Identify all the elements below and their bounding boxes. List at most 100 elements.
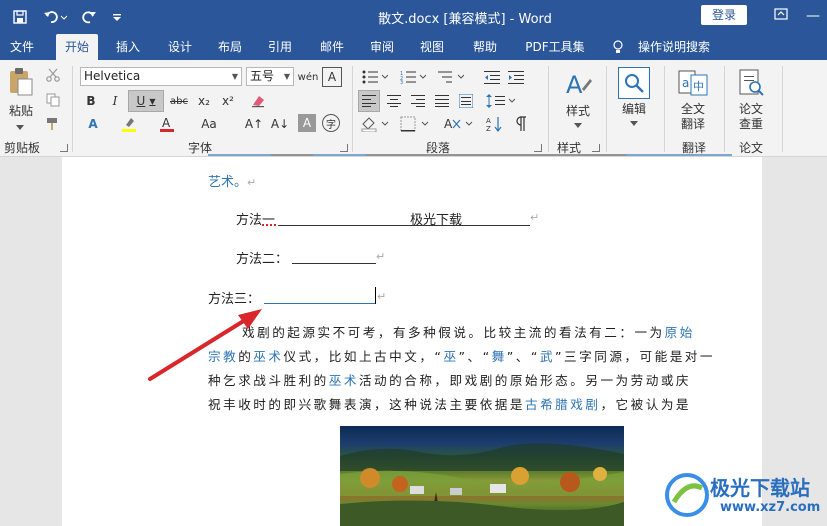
- font-color-icon[interactable]: A: [156, 114, 178, 134]
- bold-button[interactable]: B: [82, 91, 100, 111]
- svg-text:a: a: [682, 76, 689, 90]
- paper-check-icon[interactable]: [734, 68, 768, 98]
- font-name-combo[interactable]: Helvetica ▼: [80, 67, 242, 86]
- svg-text:A: A: [566, 71, 583, 99]
- svg-text:A: A: [162, 116, 171, 130]
- tab-insert[interactable]: 插入: [108, 34, 148, 60]
- font-name-value: Helvetica: [84, 69, 141, 83]
- align-left-icon[interactable]: [358, 90, 380, 112]
- watermark-text: 极光下载站: [710, 476, 810, 500]
- paste-icon[interactable]: [6, 66, 36, 98]
- show-formatting-icon[interactable]: [510, 114, 530, 134]
- svg-text:Z: Z: [486, 125, 491, 132]
- bullets-icon[interactable]: [360, 68, 390, 86]
- paste-button[interactable]: 粘贴: [6, 104, 36, 118]
- paste-dropdown-icon[interactable]: [10, 122, 30, 134]
- translate-icon[interactable]: a中: [676, 68, 710, 98]
- superscript-button[interactable]: x²: [218, 91, 238, 111]
- tab-references[interactable]: 引用: [260, 34, 300, 60]
- svg-text:3: 3: [400, 80, 403, 84]
- sort-icon[interactable]: AZ: [484, 114, 504, 134]
- enclose-characters-button[interactable]: 字: [322, 114, 340, 132]
- multilevel-list-icon[interactable]: [436, 68, 466, 86]
- chevron-down-icon[interactable]: ▼: [232, 68, 238, 85]
- tab-layout[interactable]: 布局: [210, 34, 250, 60]
- save-icon[interactable]: [8, 7, 32, 27]
- minimize-icon[interactable]: —: [802, 7, 824, 25]
- ribbon-display-icon[interactable]: [770, 7, 792, 25]
- character-shading-button[interactable]: A: [298, 114, 316, 132]
- cut-icon[interactable]: [44, 66, 62, 84]
- highlight-color-icon[interactable]: [118, 114, 140, 134]
- full-translate-label-1[interactable]: 全文: [671, 102, 715, 116]
- watermark-url: www.xz7.com: [720, 500, 821, 515]
- customize-icon[interactable]: [108, 7, 126, 27]
- align-right-icon[interactable]: [408, 90, 428, 112]
- increase-indent-icon[interactable]: [506, 68, 526, 86]
- svg-text:中: 中: [693, 80, 704, 93]
- font-size-combo[interactable]: 五号 ▼: [246, 67, 294, 86]
- italic-button[interactable]: I: [106, 91, 124, 111]
- format-painter-icon[interactable]: [44, 115, 62, 133]
- chevron-down-icon[interactable]: [624, 118, 644, 130]
- svg-text:A: A: [486, 117, 491, 125]
- chevron-down-icon[interactable]: [568, 120, 588, 132]
- text-effects-button[interactable]: A: [82, 114, 104, 134]
- styles-icon[interactable]: A: [560, 68, 596, 102]
- change-case-button[interactable]: Aa: [196, 114, 222, 134]
- strikethrough-button[interactable]: abc: [168, 91, 190, 111]
- lightbulb-icon: [608, 34, 628, 60]
- window-title: 散文.docx [兼容模式] - Word: [378, 12, 552, 27]
- separator: [724, 66, 725, 152]
- copy-icon[interactable]: [44, 91, 62, 109]
- tab-design[interactable]: 设计: [160, 34, 200, 60]
- tab-view[interactable]: 视图: [412, 34, 452, 60]
- distributed-icon[interactable]: [456, 90, 476, 112]
- separator: [72, 66, 73, 152]
- separator: [606, 66, 607, 152]
- tab-file[interactable]: 文件: [4, 34, 40, 60]
- tab-review[interactable]: 审阅: [362, 34, 402, 60]
- borders-icon[interactable]: [398, 114, 432, 134]
- clear-formatting-icon[interactable]: [248, 91, 268, 111]
- tab-help[interactable]: 帮助: [464, 34, 506, 60]
- site-logo-icon: [665, 473, 709, 517]
- paper-check-label-1[interactable]: 论文: [729, 102, 773, 116]
- phonetic-guide-icon[interactable]: wén: [298, 67, 319, 87]
- redo-icon[interactable]: [78, 7, 100, 27]
- paper-group-label: 论文: [738, 141, 763, 155]
- numbering-icon[interactable]: 123: [398, 68, 428, 86]
- tell-me-search[interactable]: 操作说明搜索: [632, 34, 716, 60]
- chevron-down-icon[interactable]: ▼: [149, 97, 155, 106]
- font-size-value: 五号: [250, 69, 275, 83]
- grow-font-button[interactable]: A↑: [244, 114, 264, 134]
- shading-icon[interactable]: [358, 114, 392, 134]
- editing-button[interactable]: 编辑: [614, 102, 654, 116]
- separator: [352, 66, 353, 152]
- decrease-indent-icon[interactable]: [482, 68, 502, 86]
- chevron-down-icon[interactable]: ▼: [284, 68, 290, 85]
- find-icon[interactable]: [618, 67, 650, 99]
- login-button[interactable]: 登录: [701, 5, 747, 25]
- subscript-button[interactable]: x₂: [194, 91, 214, 111]
- tab-mailings[interactable]: 邮件: [312, 34, 352, 60]
- character-border-icon[interactable]: A: [322, 67, 342, 87]
- undo-icon[interactable]: [40, 7, 70, 27]
- clipboard-group-label: 剪贴板: [3, 141, 40, 155]
- tab-pdf-tools[interactable]: PDF工具集: [518, 34, 592, 60]
- align-center-icon[interactable]: [384, 90, 404, 112]
- separator: [664, 66, 665, 152]
- ribbon-home: 粘贴 剪贴板 Helvetica ▼ 五号 ▼ wén A B I U ▼ abc…: [0, 60, 827, 157]
- paper-check-label-2[interactable]: 查重: [729, 117, 773, 131]
- clipboard-launcher[interactable]: [60, 144, 68, 152]
- shrink-font-button[interactable]: A↓: [270, 114, 290, 134]
- full-translate-label-2[interactable]: 翻译: [671, 117, 715, 131]
- tab-home[interactable]: 开始: [56, 34, 98, 60]
- styles-button[interactable]: 样式: [558, 104, 598, 118]
- title-bar: 散文.docx [兼容模式] - Word 登录 —: [0, 0, 827, 34]
- asian-layout-icon[interactable]: A: [442, 114, 476, 134]
- line-spacing-icon[interactable]: [484, 90, 518, 112]
- underline-button[interactable]: U ▼: [128, 90, 164, 112]
- separator: [782, 66, 783, 152]
- justify-icon[interactable]: [432, 90, 452, 112]
